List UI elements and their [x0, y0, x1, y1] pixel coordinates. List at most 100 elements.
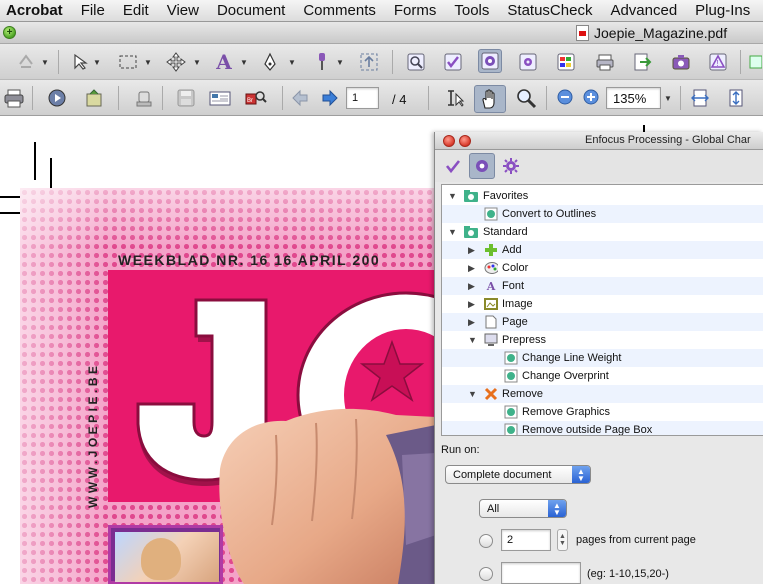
chevron-down-icon[interactable]: ▼: [336, 58, 344, 67]
fit-width-icon[interactable]: [688, 86, 712, 110]
chevron-down-icon[interactable]: ▼: [93, 58, 101, 67]
pages-from-current-radio[interactable]: [479, 534, 493, 548]
panel-minimize-button[interactable]: [459, 135, 471, 147]
panel-close-button[interactable]: [443, 135, 455, 147]
run-on-select[interactable]: Complete document ▲ ▼: [445, 465, 591, 484]
toolbar-navigation: Br 1 / 4 135% ▼: [0, 80, 763, 116]
menu-forms[interactable]: Forms: [385, 2, 446, 19]
page-range-radio[interactable]: [479, 567, 493, 581]
previous-page-icon[interactable]: [288, 86, 312, 110]
save-icon[interactable]: [174, 86, 198, 110]
email-icon[interactable]: [208, 86, 232, 110]
select-arrow-icon[interactable]: [68, 50, 92, 74]
menu-comments[interactable]: Comments: [294, 2, 385, 19]
action-tree[interactable]: ▼ Favorites Convert to Outlines ▼ Standa…: [441, 184, 763, 436]
warning-panel-icon[interactable]: !: [706, 50, 730, 74]
attach-icon[interactable]: [82, 86, 106, 110]
tree-row-change-line-weight[interactable]: Change Line Weight: [442, 349, 763, 367]
export-page-icon[interactable]: [630, 50, 654, 74]
pipette-icon[interactable]: [310, 50, 334, 74]
tree-row-remove-graphics[interactable]: Remove Graphics: [442, 403, 763, 421]
print-icon[interactable]: [2, 86, 26, 110]
magazine-header: WEEKBLAD NR. 16 16 APRIL 200: [118, 252, 381, 268]
tree-row-prepress[interactable]: ▼ Prepress: [442, 331, 763, 349]
hand-tool-icon[interactable]: [474, 85, 506, 113]
fit-page-icon[interactable]: [724, 86, 748, 110]
toolbar-separator: [118, 86, 119, 110]
disclosure-closed-icon[interactable]: ▶: [468, 263, 475, 274]
check-tab-icon[interactable]: [441, 154, 465, 178]
hand-stamp-icon[interactable]: [132, 86, 156, 110]
menu-file[interactable]: File: [72, 2, 114, 19]
chevron-down-icon[interactable]: ▼: [288, 58, 296, 67]
recycle-icon[interactable]: [14, 50, 38, 74]
chevron-down-icon[interactable]: ▼: [41, 58, 49, 67]
crop-page-icon[interactable]: [357, 50, 381, 74]
find-icon[interactable]: Br: [244, 86, 268, 110]
menu-statuscheck[interactable]: StatusCheck: [498, 2, 601, 19]
pen-tool-icon[interactable]: [258, 50, 282, 74]
zoom-tool-icon[interactable]: [514, 86, 538, 110]
disclosure-closed-icon[interactable]: ▶: [468, 299, 475, 310]
global-change-tab-icon[interactable]: [469, 153, 495, 179]
menu-advanced[interactable]: Advanced: [601, 2, 686, 19]
email-globe-icon[interactable]: [46, 86, 70, 110]
chevron-down-icon[interactable]: ▼: [240, 58, 248, 67]
page-range-hint: (eg: 1-10,15,20-): [587, 568, 669, 580]
text-select-icon[interactable]: [442, 86, 466, 110]
page-number-input[interactable]: 1: [346, 87, 379, 109]
disclosure-open-icon[interactable]: ▼: [468, 389, 477, 399]
disclosure-closed-icon[interactable]: ▶: [468, 317, 475, 328]
tree-row-remove[interactable]: ▼ Remove: [442, 385, 763, 403]
panel-tabs: [435, 150, 763, 182]
color-swatch-icon[interactable]: [554, 50, 578, 74]
zoom-level-input[interactable]: 135%: [606, 87, 661, 109]
zoom-in-icon[interactable]: [582, 88, 600, 106]
menu-plugins[interactable]: Plug-Ins: [686, 2, 759, 19]
marquee-select-icon[interactable]: [116, 50, 140, 74]
updown-arrows-icon: ▲ ▼: [548, 500, 566, 517]
text-tool-icon[interactable]: A: [212, 50, 236, 74]
tree-row-remove-outside-page-box[interactable]: Remove outside Page Box: [442, 421, 763, 435]
settings-tab-icon[interactable]: [499, 154, 523, 178]
global-change-icon[interactable]: [478, 49, 502, 73]
gear-panel-icon[interactable]: [516, 50, 540, 74]
menu-edit[interactable]: Edit: [114, 2, 158, 19]
overflow-icon[interactable]: [748, 50, 762, 74]
disclosure-open-icon[interactable]: ▼: [468, 335, 477, 345]
preflight-icon[interactable]: [404, 50, 428, 74]
move-icon[interactable]: [164, 50, 188, 74]
tree-row-page[interactable]: ▶ Page: [442, 313, 763, 331]
tree-row-color[interactable]: ▶ Color: [442, 259, 763, 277]
disclosure-open-icon[interactable]: ▼: [448, 191, 457, 201]
checkmark-panel-icon[interactable]: [441, 50, 465, 74]
zoom-chevron-down-icon[interactable]: ▼: [664, 94, 672, 103]
camera-icon[interactable]: [669, 50, 693, 74]
tree-row-font[interactable]: ▶ A Font: [442, 277, 763, 295]
menu-tools[interactable]: Tools: [445, 2, 498, 19]
tree-row-change-overprint[interactable]: Change Overprint: [442, 367, 763, 385]
disclosure-closed-icon[interactable]: ▶: [468, 281, 475, 292]
tree-row-image[interactable]: ▶ Image: [442, 295, 763, 313]
menu-view[interactable]: View: [158, 2, 208, 19]
tree-row-standard[interactable]: ▼ Standard: [442, 223, 763, 241]
disclosure-open-icon[interactable]: ▼: [448, 227, 457, 237]
pages-stepper[interactable]: ▲ ▼: [557, 529, 568, 551]
zoom-out-icon[interactable]: [556, 88, 574, 106]
menu-app[interactable]: Acrobat: [0, 2, 72, 19]
pages-from-current-label: pages from current page: [576, 534, 696, 546]
zoom-window-button[interactable]: +: [3, 26, 16, 39]
tree-row-favorites[interactable]: ▼ Favorites: [442, 187, 763, 205]
chevron-down-icon[interactable]: ▼: [144, 58, 152, 67]
pages-count-input[interactable]: 2: [501, 529, 551, 551]
next-page-icon[interactable]: [318, 86, 342, 110]
disclosure-closed-icon[interactable]: ▶: [468, 245, 475, 256]
chevron-down-icon[interactable]: ▼: [193, 58, 201, 67]
page-filter-select[interactable]: All ▲ ▼: [479, 499, 567, 518]
printer-small-icon[interactable]: [593, 50, 617, 74]
tree-row-convert-outlines[interactable]: Convert to Outlines: [442, 205, 763, 223]
menu-document[interactable]: Document: [208, 2, 294, 19]
magazine-url: WWW.JOEPIE.BE: [86, 362, 100, 508]
tree-row-add[interactable]: ▶ Add: [442, 241, 763, 259]
page-range-input[interactable]: [501, 562, 581, 584]
